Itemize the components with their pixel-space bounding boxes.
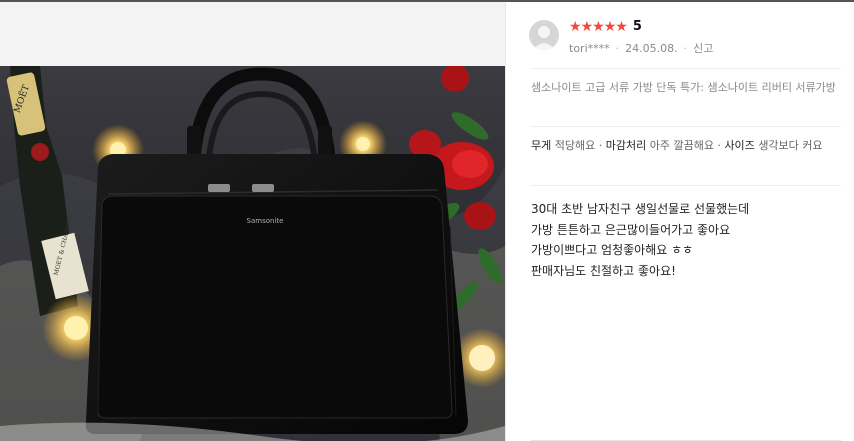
divider [531, 68, 841, 69]
product-option-title: 샘소나이트 고급 서류 가방 단독 특가: 샘소나이트 리버티 서류가방 [531, 81, 836, 94]
review-date: 24.05.08. [625, 41, 678, 55]
attr-name-finish: 마감처리 [605, 139, 647, 152]
avatar[interactable] [529, 20, 559, 50]
star-icon: ★ [603, 19, 617, 35]
star-icon: ★ [569, 19, 582, 35]
review-line: 가방 튼튼하고 은근많이들어가고 좋아요 [531, 222, 731, 237]
attr-separator: · [595, 139, 606, 152]
meta-separator: · [683, 41, 688, 55]
review-photo[interactable]: MOËT MOET & CHANDON Samsonite [0, 66, 505, 441]
attr-name-weight: 무게 [531, 139, 552, 152]
report-link[interactable]: 신고 [693, 40, 713, 56]
photo-pane-padding [0, 2, 505, 66]
review-line: 30대 초반 남자친구 생일선물로 선물했는데 [531, 202, 750, 216]
review-attributes: 무게 적당해요 · 마감처리 아주 깔끔해요 · 사이즈 생각보다 커요 [531, 137, 843, 154]
rating-score: 5 [632, 19, 642, 34]
star-icon: ★ [580, 19, 594, 35]
star-icon: ★ [615, 19, 628, 35]
attr-value-size: 생각보다 커요 [758, 139, 823, 152]
user-icon [533, 26, 555, 50]
review-line: 가방이쁘다고 엄청좋아해요 ㅎㅎ [531, 243, 694, 257]
divider [531, 185, 841, 186]
attr-name-size: 사이즈 [724, 139, 755, 152]
review-panel: ★ ★ ★ ★ ★ 5 tori**** · 24.05.08. · 신고 샘소… [505, 2, 854, 441]
attr-value-weight: 적당해요 [554, 139, 596, 152]
review-line: 판매자님도 친절하고 좋아요! [531, 263, 676, 278]
attr-value-finish: 아주 깔끔해요 [649, 139, 714, 152]
username: tori**** [569, 41, 610, 55]
rating: ★ ★ ★ ★ ★ 5 [569, 19, 642, 35]
review-body: 30대 초반 남자친구 생일선물로 선물했는데 가방 튼튼하고 은근많이들어가고… [531, 199, 846, 281]
photo-pane: MOËT MOET & CHANDON Samsonite [0, 2, 505, 441]
meta-separator: · [615, 41, 620, 55]
attr-separator: · [713, 139, 725, 152]
star-icon: ★ [592, 19, 605, 35]
bag-brand-label: Samsonite [247, 217, 284, 225]
review-meta: tori**** · 24.05.08. · 신고 [569, 40, 713, 56]
divider [531, 126, 841, 127]
review-photo-image: MOËT MOET & CHANDON Samsonite [0, 66, 505, 441]
bag: Samsonite [85, 154, 468, 434]
